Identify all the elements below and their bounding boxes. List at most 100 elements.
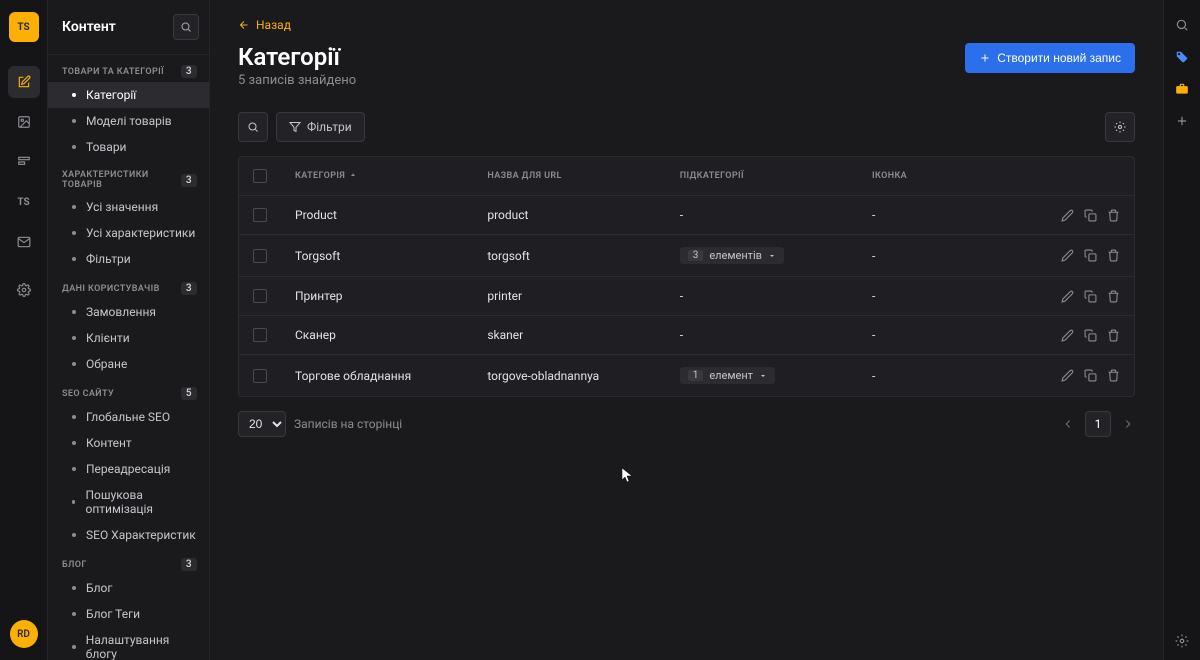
right-rail-tag[interactable]	[1175, 50, 1189, 64]
cell-url: product	[487, 208, 679, 222]
sidebar-item[interactable]: Клієнти	[48, 325, 209, 351]
avatar[interactable]: RD	[10, 620, 38, 648]
cell-subcategories: 3елементів	[680, 247, 872, 264]
pencil-icon	[1061, 209, 1074, 222]
row-checkbox[interactable]	[253, 208, 267, 222]
right-rail-search[interactable]	[1175, 18, 1189, 32]
select-all-checkbox[interactable]	[253, 169, 267, 183]
filters-button[interactable]: Фільтри	[276, 112, 365, 142]
sidebar-section-head[interactable]: БЛОГ3	[48, 548, 209, 575]
back-link[interactable]: Назад	[238, 18, 291, 32]
delete-button[interactable]	[1107, 369, 1120, 382]
rail-content[interactable]	[8, 66, 40, 98]
page-number[interactable]: 1	[1085, 411, 1111, 437]
sidebar-search-button[interactable]	[173, 14, 199, 40]
table-row[interactable]: Сканерskaner--	[239, 316, 1134, 355]
copy-button[interactable]	[1084, 209, 1097, 222]
sidebar-item[interactable]: Налаштування блогу	[48, 627, 209, 660]
prev-page[interactable]	[1061, 417, 1075, 431]
edit-button[interactable]	[1061, 290, 1074, 303]
sidebar-section-head[interactable]: ДАНІ КОРИСТУВАЧІВ3	[48, 272, 209, 299]
arrow-left-icon	[238, 19, 250, 31]
delete-button[interactable]	[1107, 209, 1120, 222]
sidebar-item[interactable]: Переадресація	[48, 456, 209, 482]
copy-button[interactable]	[1084, 249, 1097, 262]
sidebar-item[interactable]: Категорії	[48, 82, 209, 108]
sidebar-item[interactable]: Блог	[48, 575, 209, 601]
rail-settings[interactable]	[8, 274, 40, 306]
tag-icon	[1175, 50, 1189, 64]
right-rail-add[interactable]	[1175, 114, 1189, 128]
cell-category: Сканер	[295, 328, 487, 342]
create-entry-button[interactable]: Створити новий запис	[965, 43, 1135, 73]
copy-icon	[1084, 369, 1097, 382]
sidebar-item[interactable]: Пошукова оптимізація	[48, 482, 209, 522]
edit-button[interactable]	[1061, 249, 1074, 262]
sidebar-item[interactable]: Усі характеристики	[48, 220, 209, 246]
cell-category: Торгове обладнання	[295, 369, 487, 383]
right-rail-settings[interactable]	[1175, 634, 1189, 648]
table-row[interactable]: Productproduct--	[239, 196, 1134, 235]
sidebar-item[interactable]: Замовлення	[48, 299, 209, 325]
row-checkbox[interactable]	[253, 328, 267, 342]
row-checkbox[interactable]	[253, 369, 267, 383]
table-settings-button[interactable]	[1105, 112, 1135, 142]
rail-builder[interactable]	[8, 146, 40, 178]
cell-icon: -	[872, 249, 1020, 263]
col-icon[interactable]: ІКОНКА	[872, 171, 1020, 181]
col-url-name[interactable]: НАЗВА ДЛЯ URL	[487, 171, 679, 181]
plus-icon	[979, 52, 991, 64]
cell-url: torgove-obladnannya	[487, 369, 679, 383]
edit-button[interactable]	[1061, 209, 1074, 222]
trash-icon	[1107, 369, 1120, 382]
page-title: Категорії	[238, 43, 356, 71]
sidebar-item[interactable]: Моделі товарів	[48, 108, 209, 134]
rail-mail[interactable]	[8, 226, 40, 258]
cell-category: Принтер	[295, 289, 487, 303]
row-checkbox[interactable]	[253, 249, 267, 263]
sidebar-item[interactable]: Глобальне SEO	[48, 404, 209, 430]
table-search-button[interactable]	[238, 112, 268, 142]
page-subtitle: 5 записів знайдено	[238, 73, 356, 88]
edit-button[interactable]	[1061, 369, 1074, 382]
trash-icon	[1107, 249, 1120, 262]
rail-ts[interactable]: TS	[8, 186, 40, 218]
sidebar-item[interactable]: Обране	[48, 351, 209, 377]
pencil-icon	[1061, 369, 1074, 382]
briefcase-icon	[1175, 82, 1189, 96]
edit-button[interactable]	[1061, 329, 1074, 342]
right-rail-folder[interactable]	[1175, 82, 1189, 96]
per-page-label: Записів на сторінці	[294, 417, 402, 431]
sidebar-item[interactable]: Фільтри	[48, 246, 209, 272]
delete-button[interactable]	[1107, 329, 1120, 342]
col-category[interactable]: КАТЕГОРІЯ	[295, 171, 487, 181]
table-row[interactable]: Торгове обладнанняtorgove-obladnannya1ел…	[239, 355, 1134, 396]
delete-button[interactable]	[1107, 249, 1120, 262]
sidebar-section-head[interactable]: ХАРАКТЕРИСТИКИ ТОВАРІВ3	[48, 160, 209, 194]
next-page[interactable]	[1121, 417, 1135, 431]
gear-icon	[1175, 634, 1189, 648]
app-logo[interactable]: TS	[9, 12, 39, 42]
sidebar-section-head[interactable]: ТОВАРИ ТА КАТЕГОРІЇ3	[48, 55, 209, 82]
table-row[interactable]: Принтерprinter--	[239, 277, 1134, 316]
row-checkbox[interactable]	[253, 289, 267, 303]
table-row[interactable]: Torgsofttorgsoft3елементів -	[239, 235, 1134, 277]
chevron-left-icon	[1061, 417, 1075, 431]
copy-icon	[1084, 290, 1097, 303]
sidebar-item[interactable]: Контент	[48, 430, 209, 456]
delete-button[interactable]	[1107, 290, 1120, 303]
sidebar-item[interactable]: SEO Характеристик	[48, 522, 209, 548]
sidebar-section-head[interactable]: SEO САЙТУ5	[48, 377, 209, 404]
filter-icon	[289, 121, 301, 133]
trash-icon	[1107, 290, 1120, 303]
copy-button[interactable]	[1084, 290, 1097, 303]
cell-icon: -	[872, 328, 1020, 342]
copy-button[interactable]	[1084, 329, 1097, 342]
col-subcategories[interactable]: ПІДКАТЕГОРІЇ	[680, 171, 872, 181]
rail-media[interactable]	[8, 106, 40, 138]
copy-button[interactable]	[1084, 369, 1097, 382]
sidebar-item[interactable]: Блог Теги	[48, 601, 209, 627]
sidebar-item[interactable]: Усі значення	[48, 194, 209, 220]
sidebar-item[interactable]: Товари	[48, 134, 209, 160]
per-page-select[interactable]: 20	[238, 411, 286, 437]
